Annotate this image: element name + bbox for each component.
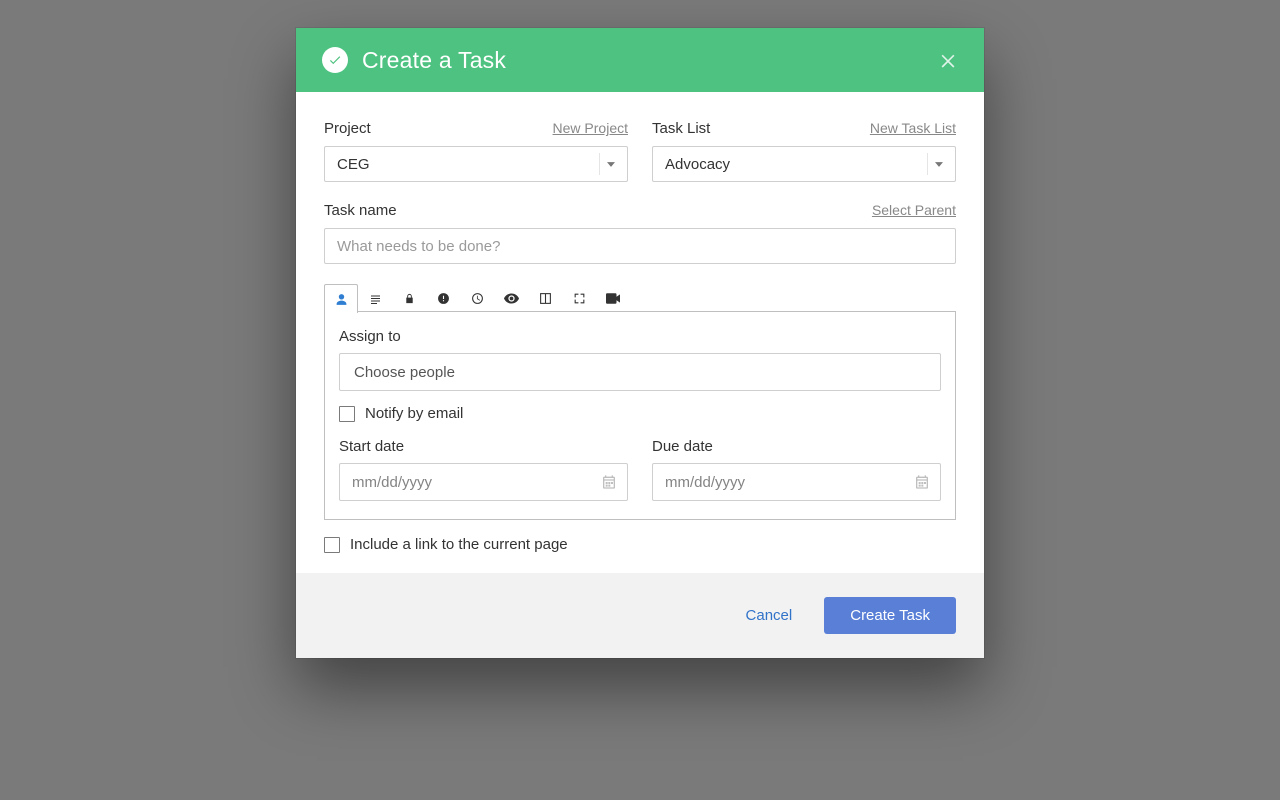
tab-time[interactable] [460,284,494,312]
include-link-label: Include a link to the current page [350,536,568,553]
calendar-icon [914,474,930,490]
tab-followers[interactable] [494,284,528,312]
start-date-placeholder: mm/dd/yyyy [352,474,432,491]
assign-to-label: Assign to [339,328,941,345]
tab-priority[interactable] [426,284,460,312]
tab-columns[interactable] [528,284,562,312]
include-link-checkbox[interactable] [324,537,340,553]
start-date-input[interactable]: mm/dd/yyyy [339,463,628,501]
chevron-down-icon [599,153,621,175]
due-date-label: Due date [652,438,941,455]
tab-description[interactable] [358,284,392,312]
cancel-button[interactable]: Cancel [746,607,793,624]
assignee-panel: Assign to Choose people Notify by email … [324,312,956,520]
tab-expand[interactable] [562,284,596,312]
new-tasklist-link[interactable]: New Task List [870,120,956,136]
notify-email-checkbox[interactable] [339,406,355,422]
tasklist-label: Task List [652,120,710,137]
taskname-input-wrapper [324,228,956,264]
check-circle-icon [322,47,348,73]
chevron-down-icon [927,153,949,175]
tab-assignee[interactable] [324,284,358,313]
task-option-tabs [324,284,956,312]
tab-privacy[interactable] [392,284,426,312]
project-select[interactable]: CEG [324,146,628,182]
tasklist-select[interactable]: Advocacy [652,146,956,182]
project-label: Project [324,120,371,137]
start-date-label: Start date [339,438,628,455]
close-icon[interactable] [934,46,962,74]
assign-people-placeholder: Choose people [354,364,455,381]
modal-title: Create a Task [362,47,506,74]
modal-header: Create a Task [296,28,984,92]
taskname-label: Task name [324,202,397,219]
taskname-input[interactable] [337,238,923,255]
project-select-value: CEG [337,156,370,173]
calendar-icon [601,474,617,490]
create-task-modal: Create a Task Project New Project CEG [296,28,984,658]
select-parent-link[interactable]: Select Parent [872,202,956,218]
tab-video[interactable] [596,284,630,312]
due-date-placeholder: mm/dd/yyyy [665,474,745,491]
modal-footer: Cancel Create Task [296,573,984,658]
assign-people-select[interactable]: Choose people [339,353,941,391]
create-task-button[interactable]: Create Task [824,597,956,634]
tasklist-select-value: Advocacy [665,156,730,173]
due-date-input[interactable]: mm/dd/yyyy [652,463,941,501]
new-project-link[interactable]: New Project [553,120,628,136]
notify-email-label: Notify by email [365,405,463,422]
